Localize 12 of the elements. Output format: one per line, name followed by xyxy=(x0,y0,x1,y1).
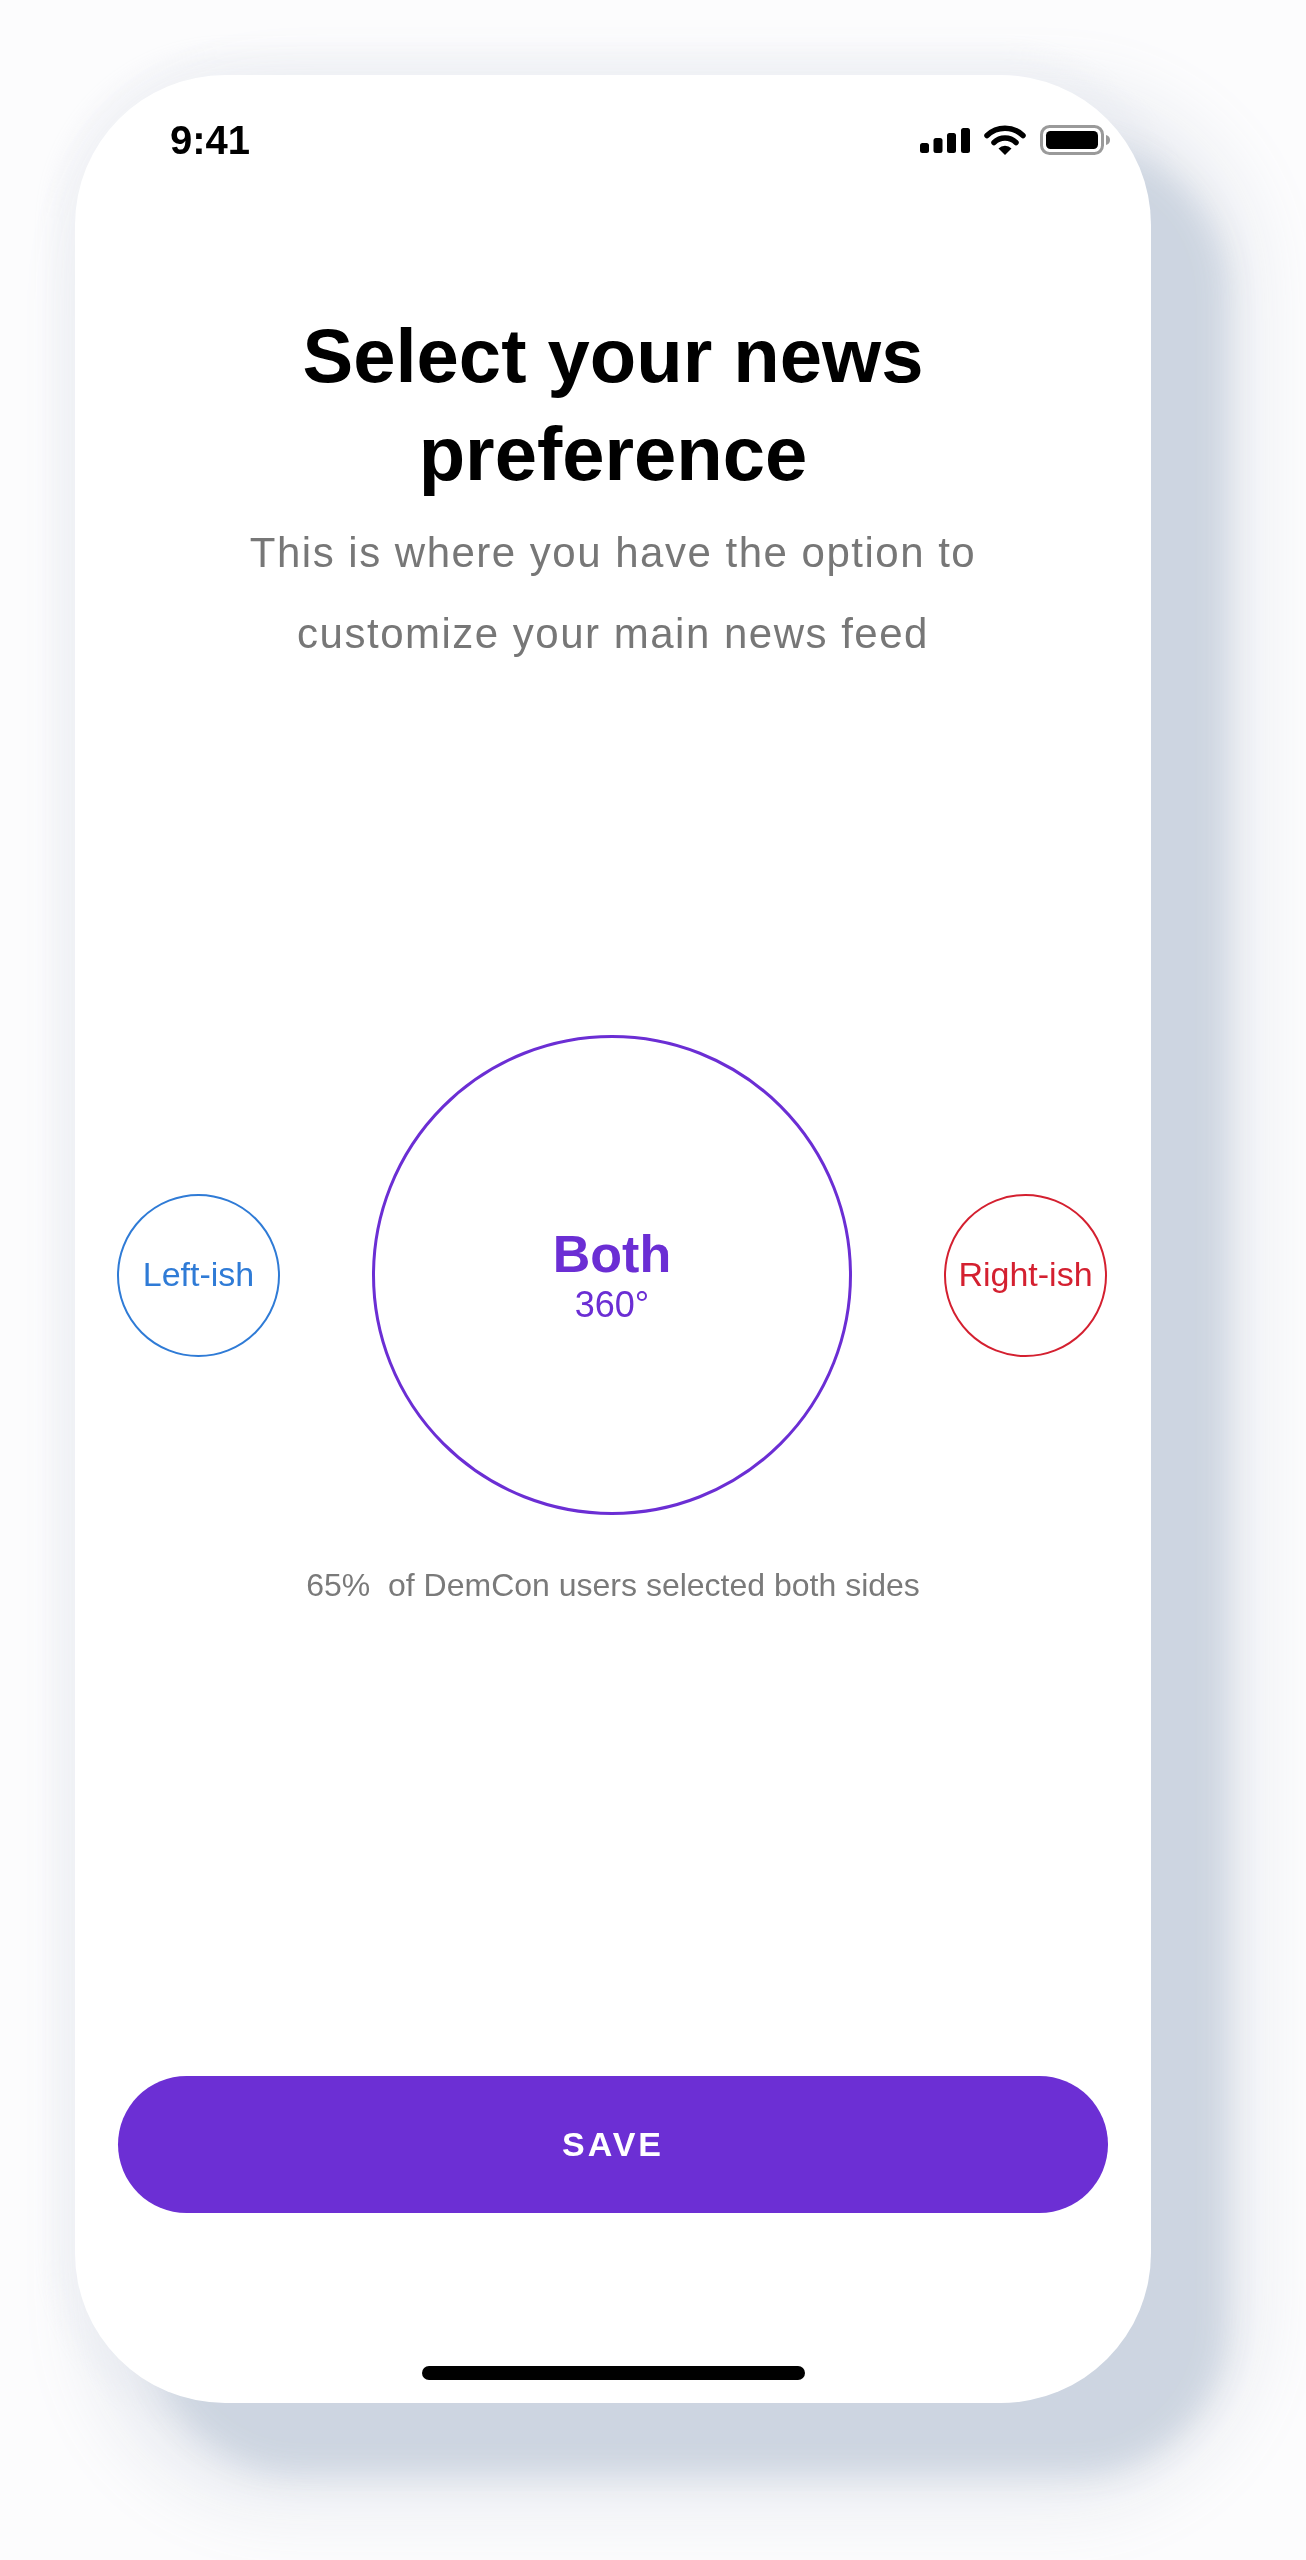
wifi-icon xyxy=(984,125,1026,155)
signal-icon xyxy=(920,127,970,153)
save-button[interactable]: SAVE xyxy=(118,2076,1108,2213)
option-button[interactable]: Right-ish xyxy=(944,1193,1107,1357)
selection-stat: 65% of DemCon users selected both sides xyxy=(306,1566,920,1605)
battery-icon xyxy=(1040,125,1110,155)
option-button[interactable]: Left-ish xyxy=(117,1193,280,1357)
status-time: 9:41 xyxy=(170,117,251,163)
page-title: Select your news preference xyxy=(301,312,925,498)
option-button[interactable]: Both 360° xyxy=(372,1035,852,1515)
option-sublabel: 360° xyxy=(574,1285,650,1325)
page-subtitle: This is where you have the option to customize your main news feed xyxy=(248,528,978,659)
